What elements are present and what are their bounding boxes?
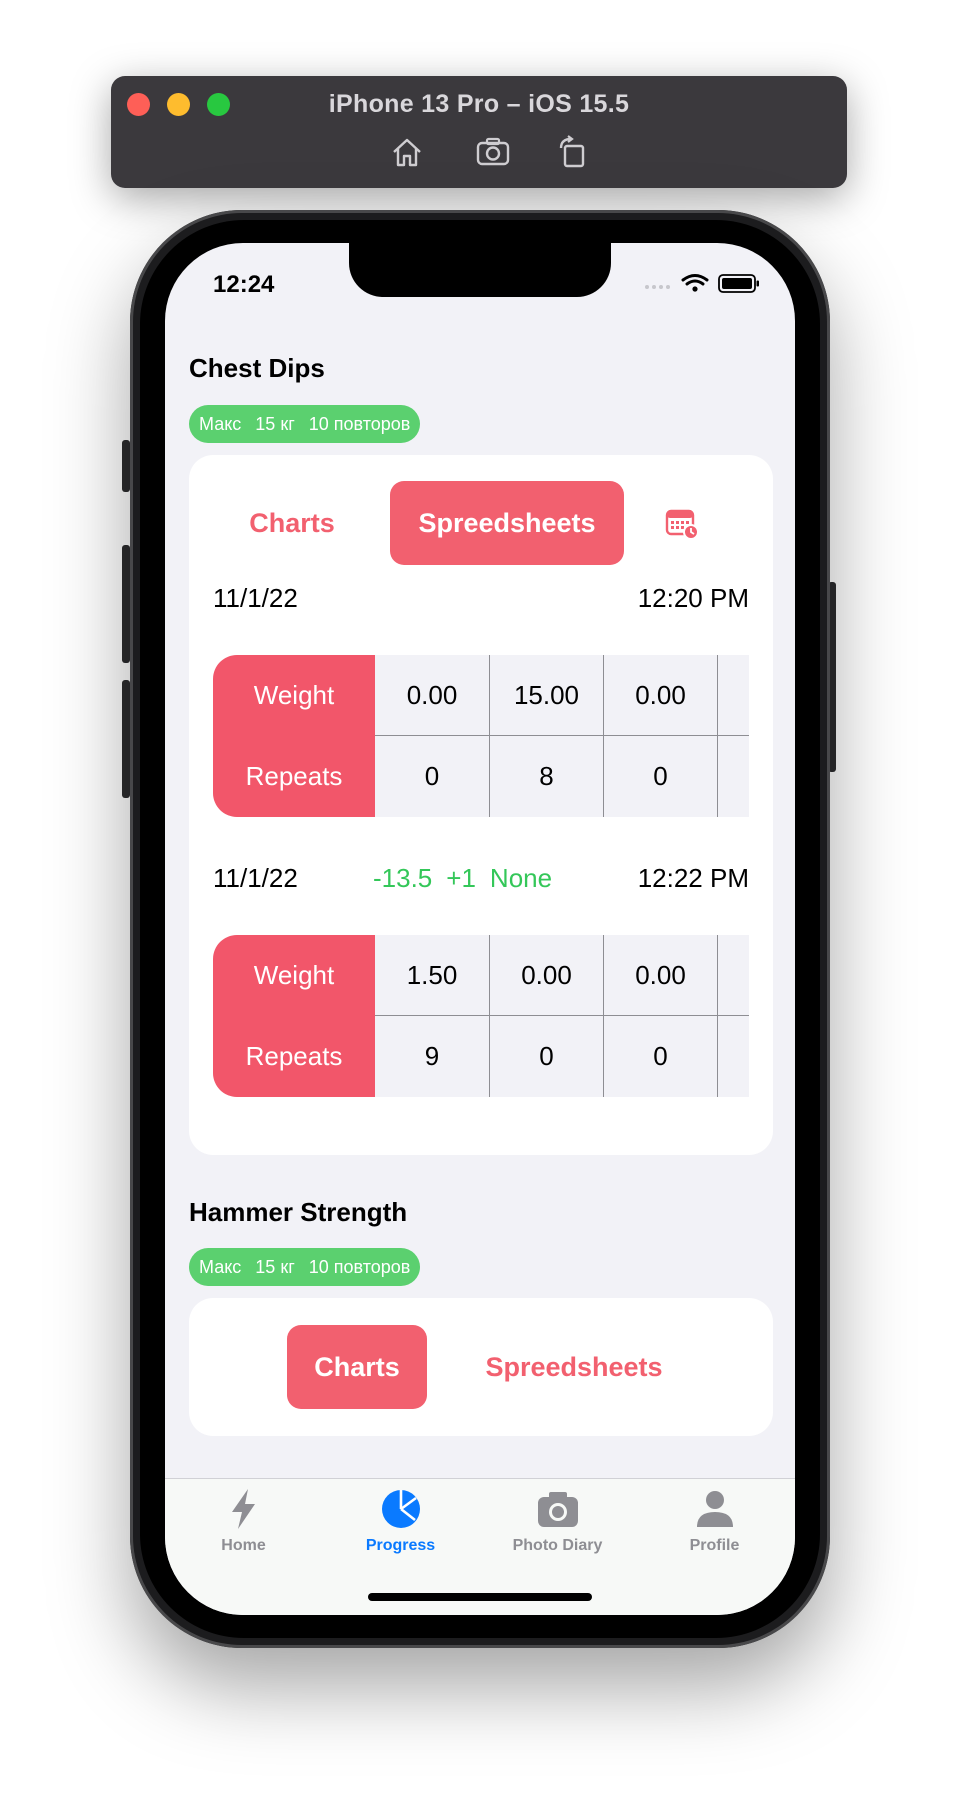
volume-up-button	[122, 545, 130, 663]
session-header: 11/1/22 -13.5 +1 None 12:22 PM	[213, 863, 749, 899]
status-time: 12:24	[213, 271, 275, 298]
delta-other: None	[489, 863, 553, 893]
person-icon	[696, 1491, 733, 1527]
tab-label: Photo Diary	[512, 1537, 603, 1554]
home-icon[interactable]	[389, 134, 425, 170]
pie-chart-icon	[381, 1490, 420, 1528]
mute-switch	[122, 440, 130, 492]
simulator-title: iPhone 13 Pro – iOS 15.5	[328, 90, 630, 118]
repeats-cell: 0	[424, 761, 440, 791]
cellular-icon	[645, 285, 670, 289]
tab-profile[interactable]: Profile	[636, 1487, 793, 1567]
simulator-window-bar: iPhone 13 Pro – iOS 15.5	[111, 76, 847, 188]
battery-icon	[718, 274, 759, 293]
max-badge-weight: 15 кг	[255, 413, 295, 434]
delta-weight: -13.5	[373, 863, 433, 893]
weight-cell: 0.00	[489, 935, 603, 1016]
tab-spreadsheets[interactable]: Spreedsheets	[390, 481, 624, 565]
repeats-cell: 0	[603, 736, 717, 817]
max-badge-reps: 10 повторов	[308, 1256, 411, 1277]
exercise-card: Charts Spreedsheets 11/1/22 12:20 PM Wei…	[189, 455, 773, 1155]
tab-spreadsheets[interactable]: Spreedsheets	[457, 1325, 691, 1409]
delta-repeats: +1	[446, 863, 476, 893]
tab-label: Progress	[365, 1537, 436, 1554]
max-badge: Макс 15 кг 10 повторов	[189, 1248, 421, 1286]
repeats-cell-overflow	[717, 1016, 749, 1097]
tab-home[interactable]: Home	[165, 1487, 322, 1567]
weight-cell-overflow	[717, 935, 749, 1016]
volume-down-button	[122, 680, 130, 798]
wifi-icon	[681, 274, 709, 286]
calendar-icon[interactable]	[665, 507, 699, 541]
max-badge-reps: 10 повторов	[308, 413, 411, 434]
camera-icon	[537, 1492, 578, 1527]
rotate-icon[interactable]	[555, 134, 591, 170]
repeats-cell: 9	[424, 1041, 440, 1071]
session-date: 11/1/22	[213, 583, 298, 613]
tab-label: Home	[221, 1537, 266, 1554]
tab-charts[interactable]: Charts	[225, 481, 359, 565]
session-delta: -13.5 +1 None	[373, 863, 552, 894]
repeats-cell: 0	[489, 1016, 603, 1097]
session-spreadsheet[interactable]: Weight Repeats 0.00 15.00 0.00 0 8 0	[213, 655, 749, 817]
repeats-cell-overflow	[717, 736, 749, 817]
row-header-repeats: Repeats	[213, 736, 375, 817]
exercise-title: Chest Dips	[189, 353, 325, 383]
row-header-repeats: Repeats	[213, 1016, 375, 1097]
session-header: 11/1/22 12:20 PM	[213, 583, 749, 619]
bolt-icon	[231, 1489, 255, 1529]
session-time: 12:22 PM	[637, 863, 749, 893]
weight-cell: 0.00	[603, 655, 717, 736]
status-indicators	[645, 274, 759, 293]
max-badge: Макс 15 кг 10 повторов	[189, 405, 421, 443]
notch	[349, 243, 611, 297]
exercise-card: Charts Spreedsheets	[189, 1298, 773, 1436]
repeats-cell: 8	[489, 736, 603, 817]
screenshot-icon[interactable]	[475, 134, 511, 170]
row-header-weight: Weight	[213, 655, 375, 736]
weight-cell: 0.00	[375, 655, 489, 736]
home-indicator	[368, 1593, 592, 1601]
simulator-toolbar	[111, 134, 847, 170]
exercise-title: Hammer Strength	[189, 1197, 408, 1227]
session-spreadsheet[interactable]: Weight Repeats 1.50 0.00 0.00 9 0 0	[213, 935, 749, 1097]
row-header-weight: Weight	[213, 935, 375, 1016]
tab-photo-diary[interactable]: Photo Diary	[479, 1487, 636, 1567]
app-screen: 12:24 Chest Dips Макс 15 кг 10 повторов …	[165, 243, 795, 1615]
tab-label: Profile	[689, 1537, 740, 1554]
weight-cell: 15.00	[489, 655, 603, 736]
weight-cell: 1.50	[375, 935, 489, 1016]
session-time: 12:20 PM	[637, 583, 749, 613]
weight-cell-overflow	[717, 655, 749, 736]
weight-cell: 0.00	[603, 935, 717, 1016]
session-date: 11/1/22	[213, 863, 298, 893]
max-badge-label: Макс	[199, 413, 242, 434]
max-badge-label: Макс	[199, 1256, 242, 1277]
tab-progress[interactable]: Progress	[322, 1487, 479, 1567]
repeats-cell: 0	[603, 1016, 717, 1097]
tab-charts[interactable]: Charts	[287, 1325, 427, 1409]
max-badge-weight: 15 кг	[255, 1256, 295, 1277]
